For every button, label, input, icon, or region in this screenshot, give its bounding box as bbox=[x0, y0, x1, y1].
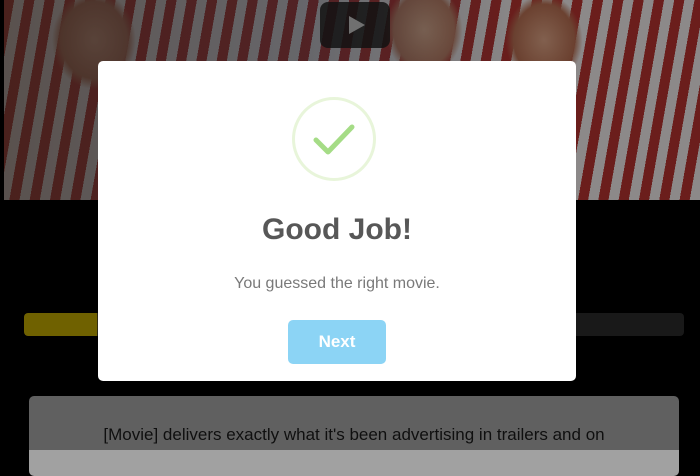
dialog-message: You guessed the right movie. bbox=[234, 275, 440, 292]
next-button[interactable]: Next bbox=[288, 320, 386, 364]
dialog-title: Good Job! bbox=[262, 213, 412, 246]
checkmark-icon bbox=[292, 97, 376, 181]
success-dialog: Good Job! You guessed the right movie. N… bbox=[98, 61, 576, 381]
